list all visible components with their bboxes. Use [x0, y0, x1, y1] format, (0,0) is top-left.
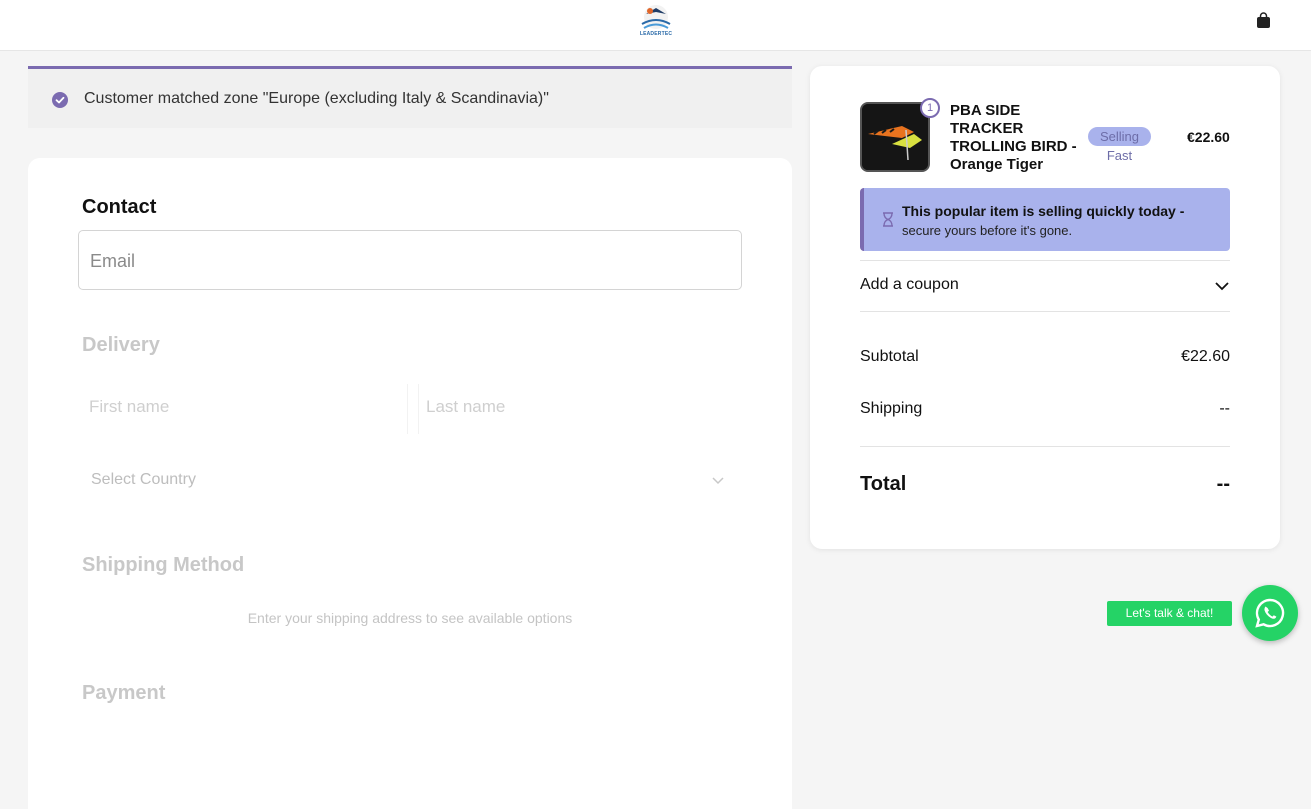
shipping-method-hint: Enter your shipping address to see avail…	[247, 610, 573, 626]
divider	[860, 446, 1230, 447]
whatsapp-icon	[1255, 598, 1285, 628]
hourglass-icon	[883, 212, 893, 227]
shipping-value: --	[1219, 400, 1230, 417]
subtotal-value: €22.60	[1181, 348, 1230, 365]
total-label: Total	[860, 473, 907, 495]
store-logo[interactable]: LEADERTEC	[636, 2, 676, 40]
email-placeholder: Email	[90, 251, 136, 271]
product-thumbnail	[860, 102, 930, 172]
checkout-form: Contact Email Delivery First name Last n…	[28, 158, 792, 809]
alert-strong-text: This popular item is selling quickly tod…	[902, 203, 1185, 219]
shopping-bag-icon[interactable]	[1256, 12, 1271, 29]
chat-prompt-label[interactable]: Let's talk & chat!	[1107, 601, 1232, 626]
coupon-label: Add a coupon	[860, 276, 959, 293]
zone-match-banner: Customer matched zone "Europe (excluding…	[28, 66, 792, 128]
first-name-field[interactable]: First name	[82, 384, 408, 434]
delivery-title: Delivery	[82, 334, 160, 356]
product-name: PBA SIDE TRACKER TROLLING BIRD - Orange …	[950, 102, 1077, 173]
order-summary: 1 PBA SIDE TRACKER TROLLING BIRD - Orang…	[810, 66, 1280, 549]
payment-title: Payment	[82, 682, 166, 704]
contact-title: Contact	[82, 196, 157, 218]
whatsapp-chat-button[interactable]	[1242, 585, 1298, 641]
top-bar: LEADERTEC	[0, 0, 1311, 51]
alert-rest-text: secure yours before it's gone.	[902, 223, 1073, 238]
product-image	[862, 104, 928, 170]
divider	[860, 311, 1230, 312]
quantity-badge: 1	[920, 98, 940, 118]
country-placeholder: Select Country	[91, 471, 196, 488]
zone-match-text: Customer matched zone "Europe (excluding…	[84, 90, 549, 107]
shipping-method-title: Shipping Method	[82, 554, 245, 576]
add-coupon-toggle[interactable]: Add a coupon	[860, 261, 1230, 311]
last-name-placeholder: Last name	[426, 397, 506, 416]
chevron-down-icon	[1215, 282, 1229, 291]
subtotal-label: Subtotal	[860, 348, 919, 365]
country-select[interactable]: Select Country	[82, 458, 726, 502]
total-value: --	[1216, 473, 1230, 495]
logo-bird-icon	[641, 5, 671, 29]
first-name-placeholder: First name	[89, 397, 170, 416]
check-circle-icon	[52, 92, 68, 108]
product-price: €22.60	[1187, 129, 1230, 145]
last-name-field[interactable]: Last name	[418, 384, 748, 434]
urgency-alert: This popular item is selling quickly tod…	[860, 188, 1230, 251]
email-field[interactable]: Email	[78, 230, 742, 290]
logo-text: LEADERTEC	[639, 31, 673, 37]
chevron-down-icon	[712, 477, 724, 485]
shipping-label: Shipping	[860, 400, 923, 417]
selling-fast-badge: Selling Fast	[1088, 127, 1151, 163]
